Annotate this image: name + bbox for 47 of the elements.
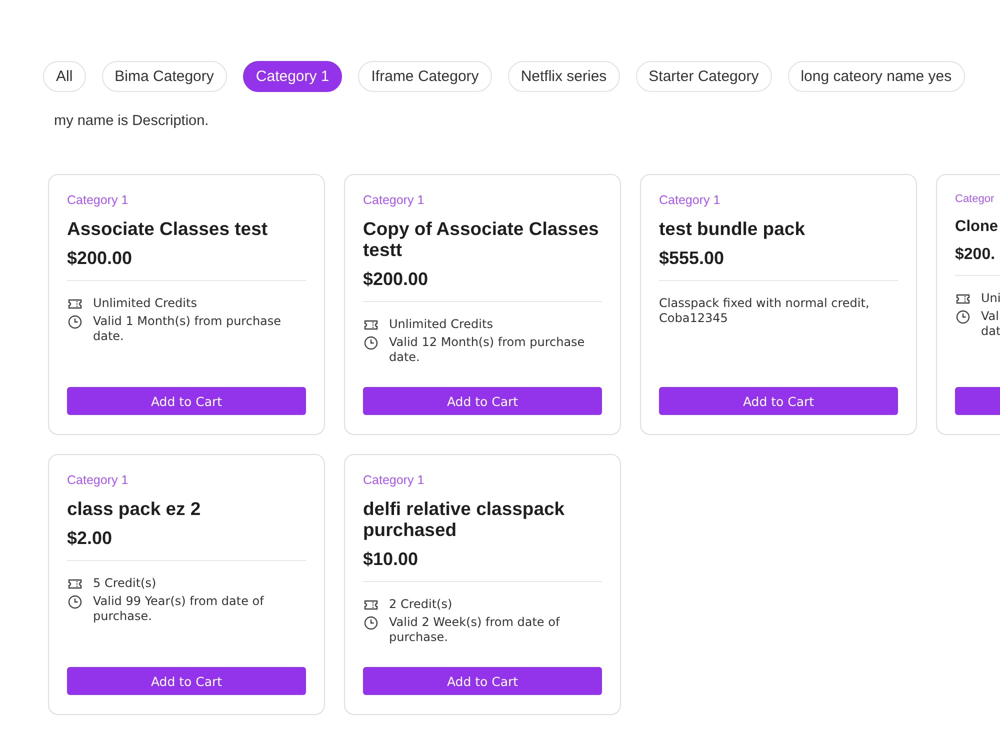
category-tab[interactable]: long cateory name yes [788, 61, 965, 92]
clock-icon [67, 314, 83, 330]
credits-text: 5 Credit(s) [93, 576, 156, 591]
product-price: $2.00 [67, 528, 114, 549]
clock-icon [363, 335, 379, 351]
add-to-cart-button[interactable]: Add to Cart [363, 387, 602, 415]
product-price: $200. [955, 246, 996, 264]
credits-text: Unlimited Credits [389, 317, 493, 332]
add-to-cart-button[interactable]: Add to Cart [67, 667, 306, 695]
add-to-cart-button[interactable]: Add to Cart [363, 667, 602, 695]
product-title: delfi relative classpack purchased [363, 498, 566, 540]
product-category: Categor [955, 193, 996, 205]
category-description: my name is Description. [54, 113, 210, 129]
clock-icon [955, 309, 971, 325]
product-category: Category 1 [363, 193, 426, 207]
validity-text: Valid 99 Year(s) from date of purchase. [93, 594, 266, 624]
validity-text: Valid 1 Month(s) from purchase date. [93, 314, 282, 344]
product-category: Category 1 [67, 193, 130, 207]
validity-text: Val dat [981, 309, 1000, 339]
product-title: test bundle pack [659, 218, 806, 239]
product-title: Copy of Associate Classes testt [363, 218, 600, 260]
category-tab[interactable]: Bima Category [102, 61, 227, 92]
validity-text: Valid 2 Week(s) from date of purchase. [389, 615, 561, 645]
add-to-cart-button[interactable]: Add to Cart [67, 387, 306, 415]
product-category: Category 1 [363, 473, 426, 487]
category-tab[interactable]: Iframe Category [358, 61, 492, 92]
category-tab[interactable]: Netflix series [508, 61, 620, 92]
product-title: Associate Classes test [67, 218, 269, 239]
product-price: $555.00 [659, 248, 726, 269]
product-title: class pack ez 2 [67, 498, 202, 519]
product-price: $200.00 [363, 269, 430, 290]
category-tab[interactable]: Category 1 [242, 61, 342, 92]
credits-text: 2 Credit(s) [389, 597, 452, 612]
add-to-cart-button[interactable]: Add to Cart [659, 387, 898, 415]
credits-text: Unlimited Credits [93, 296, 197, 311]
clock-icon [67, 594, 83, 610]
product-description: Classpack fixed with normal credit, Coba12345 [659, 296, 870, 326]
category-tab[interactable]: Starter Category [636, 61, 772, 92]
validity-text: Valid 12 Month(s) from purchase date. [389, 335, 586, 365]
clock-icon [363, 615, 379, 631]
product-price: $10.00 [363, 549, 420, 570]
product-category: Category 1 [659, 193, 722, 207]
category-tab[interactable]: All [43, 61, 86, 92]
product-category: Category 1 [67, 473, 130, 487]
credits-text: Uni [981, 291, 1000, 306]
product-title: Clone [955, 217, 1000, 237]
product-price: $200.00 [67, 248, 134, 269]
